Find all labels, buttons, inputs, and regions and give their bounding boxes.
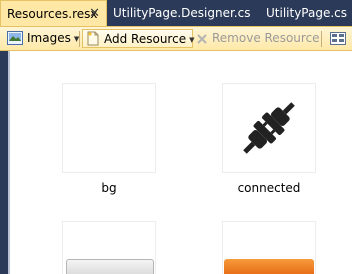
- blank-image-thumbnail[interactable]: [62, 83, 156, 173]
- tab-utilitypage-designer-cs[interactable]: UtilityPage.Designer.cs: [113, 0, 250, 26]
- toolbar-separator: [79, 31, 80, 47]
- resource-view: bg connected: [8, 51, 352, 274]
- tab-utilitypage-cs[interactable]: UtilityPage.cs: [266, 0, 347, 26]
- remove-resource-button[interactable]: Remove Resource: [196, 29, 320, 48]
- view-mode-button[interactable]: [330, 29, 350, 48]
- resource-label: bg: [101, 181, 117, 195]
- close-icon[interactable]: ✕: [89, 1, 100, 27]
- add-file-icon: [86, 31, 100, 52]
- orange-button-image: [224, 259, 314, 274]
- document-tab-strip: Resources.resx ✕ UtilityPage.Designer.cs…: [0, 0, 352, 26]
- chevron-down-icon[interactable]: ▼: [189, 36, 194, 44]
- remove-resource-label: Remove Resource: [212, 31, 320, 45]
- images-label: Images: [27, 31, 71, 45]
- images-dropdown-button[interactable]: Images ▼: [7, 29, 79, 48]
- delete-x-icon: [196, 32, 208, 51]
- grid-view-icon: [330, 32, 346, 51]
- resource-toolbar: Images ▼ Add Resource ▼ Remove Resource: [0, 26, 352, 51]
- image-thumbnail[interactable]: [222, 221, 316, 274]
- tab-label: UtilityPage.Designer.cs: [113, 6, 251, 20]
- plug-icon: [243, 102, 295, 154]
- tab-resources-resx[interactable]: Resources.resx ✕: [0, 0, 107, 26]
- plug-image-thumbnail[interactable]: [222, 83, 316, 173]
- images-icon: [7, 31, 23, 51]
- tab-label: Resources.resx: [7, 7, 98, 21]
- tab-label: UtilityPage.cs: [266, 6, 348, 20]
- resource-label: connected: [237, 181, 301, 195]
- image-thumbnail[interactable]: [62, 221, 156, 274]
- toolbar-separator: [321, 31, 322, 47]
- gray-button-image: [66, 259, 154, 274]
- add-resource-button[interactable]: Add Resource ▼: [82, 29, 194, 48]
- add-resource-label: Add Resource: [104, 32, 187, 46]
